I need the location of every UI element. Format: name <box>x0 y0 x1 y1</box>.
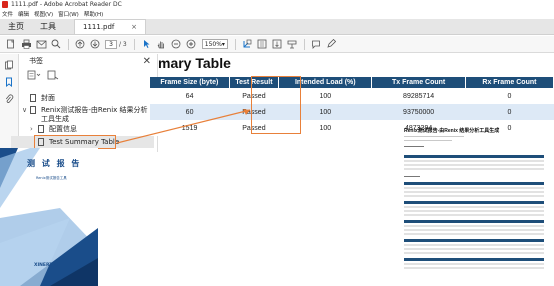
thumbnail-table-row <box>404 214 544 216</box>
thumbnail-table-row <box>404 233 544 235</box>
thumbnail-table-header <box>404 201 544 204</box>
thumbnail-table-row <box>404 252 544 254</box>
thumbnail-text-line <box>404 136 464 137</box>
thumbnail-table-row <box>404 191 544 193</box>
company-logo: XINERTEL <box>34 263 59 268</box>
thumbnail-table-header <box>404 258 544 261</box>
thumbnail-table-row <box>404 206 544 208</box>
thumbnail-report-title: Renix测试报告-由Renix 结果分析工具生成 <box>404 128 500 134</box>
thumbnail-table-row <box>404 195 544 197</box>
thumbnail-table-header <box>404 239 544 242</box>
thumbnail-table-row <box>404 229 544 231</box>
thumbnail-section-heading <box>404 146 424 147</box>
thumbnail-table-header <box>404 220 544 223</box>
cover-title: 测 试 报 告 <box>27 159 82 168</box>
thumbnail-text-line <box>404 140 452 141</box>
thumbnail-table-row <box>404 160 544 162</box>
thumbnail-table-header <box>404 182 544 185</box>
thumbnail-table-row <box>404 164 544 166</box>
thumbnail-table-row <box>404 248 544 250</box>
thumbnail-table-row <box>404 244 544 246</box>
cover-subtitle: Renix测试报告工具 <box>36 176 67 180</box>
thumbnail-section-heading <box>404 176 420 177</box>
thumbnail-table-row <box>404 168 544 170</box>
thumbnail-table-row <box>404 225 544 227</box>
thumbnail-table-row <box>404 187 544 189</box>
thumbnail-table-header <box>404 155 544 158</box>
thumbnail-table-row <box>404 267 544 269</box>
thumbnail-table-row <box>404 210 544 212</box>
thumbnail-table-row <box>404 263 544 265</box>
